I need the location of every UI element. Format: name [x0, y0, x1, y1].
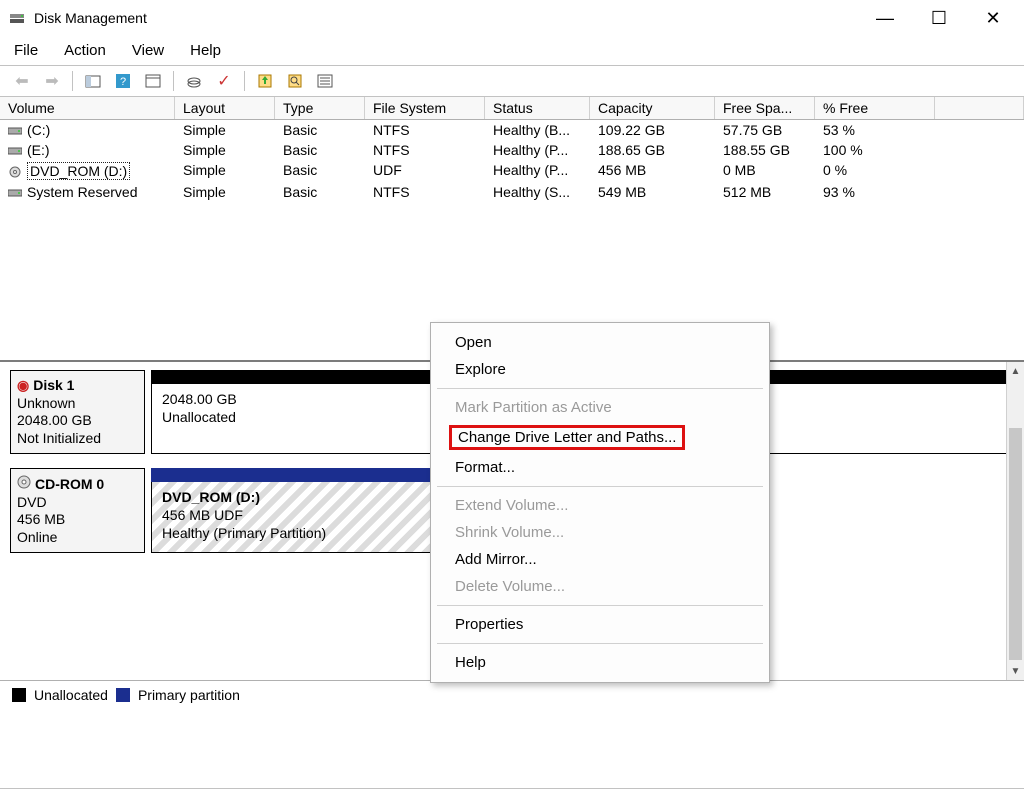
minimize-button[interactable]: —	[862, 1, 908, 35]
ctx-change-drive-letter[interactable]: Change Drive Letter and Paths...	[435, 421, 765, 454]
scrollbar-thumb[interactable]	[1009, 428, 1022, 660]
action-up-button[interactable]	[253, 69, 277, 93]
col-pctfree[interactable]: % Free	[815, 97, 935, 119]
ctx-separator	[437, 486, 763, 487]
ctx-shrink: Shrink Volume...	[435, 519, 765, 546]
volume-row[interactable]: System Reserved SimpleBasicNTFSHealthy (…	[0, 182, 1024, 202]
status-bar	[0, 788, 1024, 810]
ctx-properties[interactable]: Properties	[435, 611, 765, 638]
col-volume[interactable]: Volume	[0, 97, 175, 119]
action-search-button[interactable]	[283, 69, 307, 93]
drive-icon	[8, 144, 22, 156]
toolbar-separator	[244, 71, 245, 91]
legend-swatch-primary	[116, 688, 130, 702]
ctx-extend: Extend Volume...	[435, 492, 765, 519]
col-status[interactable]: Status	[485, 97, 590, 119]
legend-label: Primary partition	[138, 687, 240, 703]
ctx-separator	[437, 388, 763, 389]
optical-drive-icon	[17, 475, 31, 494]
menu-help[interactable]: Help	[186, 40, 225, 61]
volume-table-header: Volume Layout Type File System Status Ca…	[0, 97, 1024, 120]
vertical-scrollbar[interactable]: ▲ ▼	[1006, 362, 1024, 680]
legend-bar: Unallocated Primary partition	[0, 680, 1024, 709]
maximize-button[interactable]: ☐	[916, 1, 962, 35]
drive-icon	[8, 124, 22, 136]
volume-row[interactable]: (C:) SimpleBasicNTFSHealthy (B...109.22 …	[0, 120, 1024, 140]
title-bar: Disk Management — ☐ ✕	[0, 0, 1024, 36]
ctx-mark-active: Mark Partition as Active	[435, 394, 765, 421]
ctx-open[interactable]: Open	[435, 329, 765, 356]
nav-back-button[interactable]: ⬅	[10, 69, 34, 93]
ctx-delete: Delete Volume...	[435, 573, 765, 600]
scroll-up-icon[interactable]: ▲	[1007, 362, 1024, 380]
help-topic-button[interactable]: ?	[111, 69, 135, 93]
ctx-help[interactable]: Help	[435, 649, 765, 676]
ctx-separator	[437, 643, 763, 644]
legend-label: Unallocated	[34, 687, 108, 703]
menu-bar: File Action View Help	[0, 36, 1024, 65]
rescan-disks-button[interactable]	[182, 69, 206, 93]
col-type[interactable]: Type	[275, 97, 365, 119]
nav-forward-button[interactable]: ➡	[40, 69, 64, 93]
menu-view[interactable]: View	[128, 40, 168, 61]
col-spacer	[935, 97, 1024, 119]
menu-file[interactable]: File	[10, 40, 42, 61]
toolbar: ⬅ ➡ ? ✓	[0, 65, 1024, 97]
disk-info-box[interactable]: CD-ROM 0 DVD 456 MB Online	[10, 468, 145, 553]
settings-checkmark-button[interactable]: ✓	[212, 69, 236, 93]
volume-row[interactable]: (E:) SimpleBasicNTFSHealthy (P...188.65 …	[0, 140, 1024, 160]
disk-info-box[interactable]: ◉Disk 1 Unknown 2048.00 GB Not Initializ…	[10, 370, 145, 454]
toolbar-separator	[72, 71, 73, 91]
menu-action[interactable]: Action	[60, 40, 110, 61]
action-list-button[interactable]	[313, 69, 337, 93]
col-capacity[interactable]: Capacity	[590, 97, 715, 119]
ctx-add-mirror[interactable]: Add Mirror...	[435, 546, 765, 573]
ctx-format[interactable]: Format...	[435, 454, 765, 481]
col-layout[interactable]: Layout	[175, 97, 275, 119]
legend-swatch-unallocated	[12, 688, 26, 702]
ctx-explore[interactable]: Explore	[435, 356, 765, 383]
toolbar-separator	[173, 71, 174, 91]
svg-text:?: ?	[120, 76, 126, 88]
col-fs[interactable]: File System	[365, 97, 485, 119]
show-console-button[interactable]	[81, 69, 105, 93]
app-icon	[8, 9, 26, 27]
dvd-icon	[8, 165, 22, 177]
context-menu: Open Explore Mark Partition as Active Ch…	[430, 322, 770, 683]
window-title: Disk Management	[34, 10, 147, 26]
disk-warning-icon: ◉	[17, 377, 29, 395]
scroll-down-icon[interactable]: ▼	[1007, 662, 1024, 680]
ctx-separator	[437, 605, 763, 606]
col-free[interactable]: Free Spa...	[715, 97, 815, 119]
close-button[interactable]: ✕	[970, 1, 1016, 35]
drive-icon	[8, 186, 22, 198]
volume-row[interactable]: DVD_ROM (D:) SimpleBasicUDFHealthy (P...…	[0, 160, 1024, 182]
refresh-columns-button[interactable]	[141, 69, 165, 93]
